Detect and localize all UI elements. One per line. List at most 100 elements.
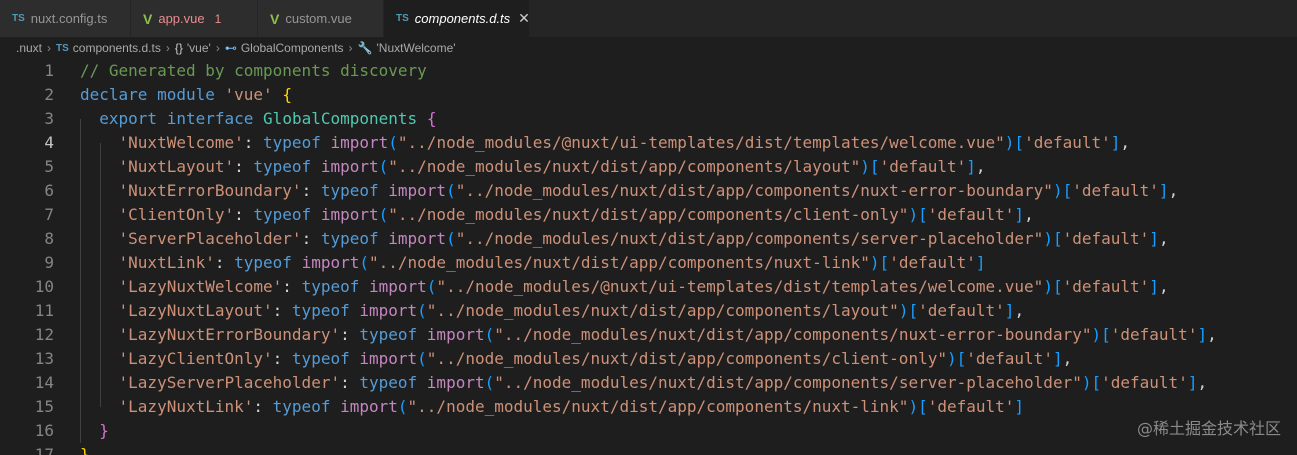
- code-punctuation: [379, 181, 389, 200]
- code-line[interactable]: 9 'NuxtLink': typeof import("../node_mod…: [0, 251, 1297, 275]
- keyword-token: import: [330, 133, 389, 152]
- code-line[interactable]: 17}: [0, 443, 1297, 455]
- string-token: 'default': [1062, 229, 1150, 248]
- code-punctuation: [80, 229, 119, 248]
- keyword-token: typeof: [359, 325, 418, 344]
- bracket-token: (: [378, 205, 389, 224]
- string-token: "../node_modules/nuxt/dist/app/component…: [388, 157, 861, 176]
- string-token: "../node_modules/nuxt/dist/app/component…: [494, 325, 1092, 344]
- keyword-token: import: [388, 229, 447, 248]
- code-line[interactable]: 10 'LazyNuxtWelcome': typeof import("../…: [0, 275, 1297, 299]
- bracket-token: }: [80, 445, 90, 455]
- code-punctuation: [80, 205, 119, 224]
- line-content: 'LazyNuxtLink': typeof import("../node_m…: [80, 395, 1025, 419]
- string-token: 'NuxtLink': [118, 253, 215, 272]
- code-punctuation: :: [234, 157, 254, 176]
- tab-label: components.d.ts: [414, 11, 511, 26]
- breadcrumb-interface-label: GlobalComponents: [240, 41, 344, 55]
- code-punctuation: [292, 253, 302, 272]
- line-content: }: [80, 443, 90, 455]
- bracket-token: ]: [1149, 229, 1159, 248]
- code-line[interactable]: 16 }: [0, 419, 1297, 443]
- code-punctuation: [80, 157, 119, 176]
- line-number: 3: [44, 109, 54, 128]
- line-number: 16: [34, 421, 54, 440]
- breadcrumb-file-label: components.d.ts: [72, 41, 161, 55]
- code-line[interactable]: 11 'LazyNuxtLayout': typeof import("../n…: [0, 299, 1297, 323]
- wrench-property-icon: 🔧: [357, 41, 373, 55]
- line-content: // Generated by components discovery: [80, 59, 427, 83]
- line-number: 12: [34, 325, 54, 344]
- tab-custom-vue[interactable]: V custom.vue: [258, 0, 384, 37]
- bracket-token: ]: [966, 157, 976, 176]
- chevron-right-icon: ›: [215, 41, 220, 55]
- tab-app-vue[interactable]: V app.vue 1: [131, 0, 258, 37]
- code-punctuation: :: [272, 301, 292, 320]
- line-number: 6: [44, 181, 54, 200]
- breadcrumb-file[interactable]: TS components.d.ts: [56, 41, 161, 55]
- line-content: declare module 'vue' {: [80, 83, 292, 107]
- keyword-token: import: [359, 349, 418, 368]
- code-punctuation: [80, 133, 119, 152]
- editor-tab-bar: TS nuxt.config.ts V app.vue 1 V custom.v…: [0, 0, 1297, 37]
- code-line[interactable]: 15 'LazyNuxtLink': typeof import("../nod…: [0, 395, 1297, 419]
- tab-components-d-ts[interactable]: TS components.d.ts ✕: [384, 0, 530, 37]
- code-punctuation: ,: [1014, 301, 1025, 320]
- keyword-token: import: [320, 157, 379, 176]
- breadcrumb-folder[interactable]: .nuxt: [16, 41, 42, 55]
- watermark: @稀土掘金技术社区: [1136, 419, 1281, 438]
- code-punctuation: [253, 109, 263, 128]
- string-token: 'default': [927, 397, 1015, 416]
- code-line[interactable]: 4 'NuxtWelcome': typeof import("../node_…: [0, 131, 1297, 155]
- typescript-file-icon: TS: [396, 13, 409, 24]
- line-content: 'NuxtLayout': typeof import("../node_mod…: [80, 155, 986, 179]
- code-line[interactable]: 6 'NuxtErrorBoundary': typeof import("..…: [0, 179, 1297, 203]
- string-token: 'default': [1062, 277, 1150, 296]
- tab-nuxt-config[interactable]: TS nuxt.config.ts: [0, 0, 131, 37]
- breadcrumb-module[interactable]: {} 'vue': [175, 41, 211, 55]
- string-token: "../node_modules/nuxt/dist/app/component…: [388, 205, 909, 224]
- code-line[interactable]: 5 'NuxtLayout': typeof import("../node_m…: [0, 155, 1297, 179]
- bracket-token: ]: [1197, 325, 1208, 344]
- string-token: 'ClientOnly': [118, 205, 235, 224]
- code-punctuation: [80, 397, 119, 416]
- code-line[interactable]: 3 export interface GlobalComponents {: [0, 107, 1297, 131]
- code-punctuation: [311, 205, 321, 224]
- code-line[interactable]: 7 'ClientOnly': typeof import("../node_m…: [0, 203, 1297, 227]
- bracket-token: (: [359, 253, 369, 272]
- code-line[interactable]: 14 'LazyServerPlaceholder': typeof impor…: [0, 371, 1297, 395]
- code-punctuation: :: [253, 397, 273, 416]
- line-content: 'NuxtLink': typeof import("../node_modul…: [80, 251, 986, 275]
- breadcrumb-interface[interactable]: ⊷ GlobalComponents: [225, 41, 344, 55]
- string-token: 'default': [879, 157, 967, 176]
- string-token: 'default': [1110, 325, 1198, 344]
- bracket-token: (: [484, 373, 495, 392]
- line-number: 9: [44, 253, 54, 272]
- string-token: 'LazyNuxtLayout': [118, 301, 273, 320]
- code-line[interactable]: 13 'LazyClientOnly': typeof import("../n…: [0, 347, 1297, 371]
- code-line[interactable]: 8 'ServerPlaceholder': typeof import("..…: [0, 227, 1297, 251]
- bracket-token: }: [99, 421, 109, 440]
- code-editor[interactable]: 1 // Generated by components discovery 2 de…: [0, 59, 1297, 455]
- code-line[interactable]: 1 // Generated by components discovery: [0, 59, 1297, 83]
- code-punctuation: [80, 373, 119, 392]
- code-line[interactable]: 2 declare module 'vue' {: [0, 83, 1297, 107]
- bracket-token: {: [426, 109, 437, 128]
- string-token: "../node_modules/nuxt/dist/app/component…: [407, 397, 909, 416]
- bracket-token: (: [446, 181, 456, 200]
- string-token: 'vue': [224, 85, 273, 104]
- code-punctuation: :: [214, 253, 235, 272]
- breadcrumb-property[interactable]: 🔧 'NuxtWelcome': [358, 41, 456, 55]
- typescript-file-icon: TS: [56, 42, 69, 54]
- code-line[interactable]: 12 'LazyNuxtErrorBoundary': typeof impor…: [0, 323, 1297, 347]
- bracket-token: [: [1091, 373, 1102, 392]
- code-punctuation: [80, 109, 99, 128]
- comment-token: // Generated by components discovery: [80, 61, 427, 80]
- close-icon[interactable]: ✕: [518, 10, 530, 27]
- line-number: 8: [44, 229, 54, 248]
- bracket-token: [: [1062, 181, 1073, 200]
- string-token: 'NuxtLayout': [118, 157, 235, 176]
- keyword-token: module: [157, 85, 215, 104]
- vue-file-icon: V: [270, 10, 280, 27]
- string-token: 'default': [1101, 373, 1188, 392]
